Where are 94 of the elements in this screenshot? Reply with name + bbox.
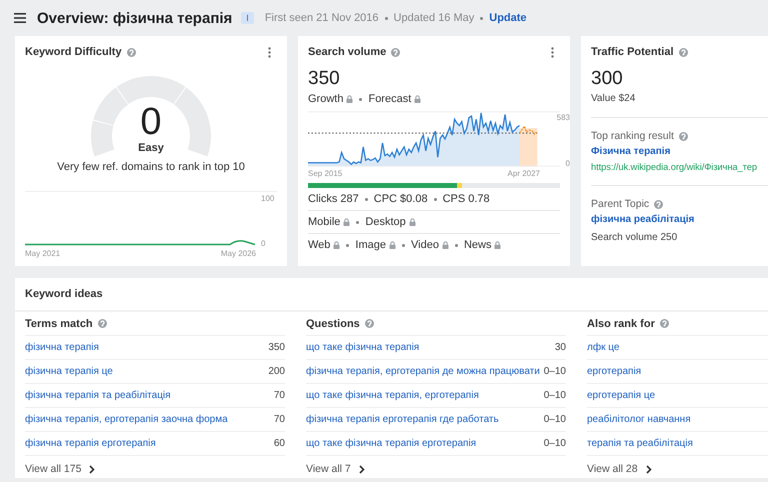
update-link[interactable]: Update [489, 12, 527, 24]
metric-label: Desktop [365, 216, 406, 228]
volume-value: 0–10 [544, 438, 566, 449]
search-volume-value: 350 [308, 68, 341, 90]
separator-dot [359, 98, 362, 100]
separator-dot [434, 198, 437, 200]
separator-dot [364, 198, 368, 200]
metric-label: Mobile [308, 216, 340, 228]
keyword-link[interactable]: що таке фізична терапія [306, 342, 420, 353]
volume-value: 350 [268, 342, 285, 353]
keyword-link[interactable]: фізична терапія, ерготерапія заочна форма [25, 414, 228, 425]
card-title: Traffic Potential [591, 46, 674, 58]
keyword-link[interactable]: ерготерапія це [587, 390, 656, 401]
help-icon [660, 319, 669, 328]
difficulty-score: 0 [140, 104, 162, 140]
difficulty-description: Very few ref. domains to rank in top 10 [57, 161, 245, 173]
metric-label: News [464, 239, 492, 251]
metric-label: Growth [308, 93, 344, 105]
more-icon[interactable] [551, 46, 554, 58]
card-title: Search volume [308, 46, 386, 58]
metric-label: Web [308, 239, 330, 251]
separator-dot [384, 16, 388, 20]
first-seen-text: First seen 21 Nov 2016 [264, 12, 379, 24]
volume-value: 0–10 [544, 414, 566, 425]
separator-dot [356, 220, 360, 224]
axis-label: May 2026 [220, 249, 256, 258]
help-icon [678, 132, 688, 140]
keyword-link[interactable]: фізична терапія це [25, 366, 113, 377]
chevron-right-icon [646, 464, 652, 474]
volume-value: 70 [274, 390, 285, 401]
help-icon [126, 48, 136, 56]
axis-label: 100 [261, 194, 274, 203]
volume-value: 0–10 [544, 366, 566, 377]
keyword-link[interactable]: фізична терапія ерготерапія где работать [306, 414, 499, 425]
metric-label: Image [355, 239, 386, 251]
view-all-link[interactable]: View all 7 [306, 463, 351, 475]
keyword-link[interactable]: фізична терапія ерготерапія [25, 438, 156, 449]
help-icon [654, 200, 664, 208]
keyword-link[interactable]: що таке фізична терапія, ерготерапія [306, 390, 479, 401]
metric-text: CPS 0.78 [442, 193, 490, 205]
menu-icon [14, 13, 26, 23]
volume-value: 30 [554, 342, 566, 353]
separator-dot [346, 244, 350, 246]
page-title: Overview: фізична терапія [37, 10, 232, 26]
more-icon[interactable] [268, 46, 271, 58]
axis-label: 583 [556, 113, 570, 122]
panel-title: Keyword ideas [25, 288, 103, 300]
metric-label: Forecast [368, 93, 412, 105]
result-title-link[interactable]: Фізична терапія [591, 146, 768, 157]
keyword-link[interactable]: терапія та реабілітація [587, 438, 693, 449]
keyword-link[interactable]: лфк це [587, 342, 620, 353]
keyword-link[interactable]: фізична терапія [25, 342, 99, 353]
value-text: Value $24 [591, 93, 636, 104]
separator-dot [480, 16, 484, 20]
updated-text: Updated 16 May [394, 12, 474, 24]
help-icon [364, 319, 374, 328]
parent-topic-link[interactable]: фізична реабілітація [591, 214, 768, 225]
view-all-link[interactable]: View all 28 [587, 463, 638, 475]
metric-label: Video [411, 239, 439, 251]
volume-value: 0–10 [544, 390, 566, 401]
metric-text: Clicks 287 [308, 193, 359, 205]
help-icon [391, 48, 400, 56]
chevron-right-icon [358, 464, 365, 474]
keyword-link[interactable]: що таке фізична терапія ерготерапія [306, 438, 476, 449]
separator-dot [402, 244, 405, 246]
column-title: Also rank for [587, 318, 655, 330]
axis-label: 0 [566, 159, 570, 168]
axis-label: May 2021 [25, 249, 60, 258]
traffic-value: 300 [591, 68, 624, 90]
chevron-right-icon [89, 464, 96, 474]
parent-volume-text: Search volume 250 [591, 232, 678, 243]
keyword-link[interactable]: фізична терапія, ерготерапія де можна працювати [306, 366, 540, 377]
volume-value: 70 [274, 414, 285, 425]
column-title: Questions [306, 318, 360, 330]
keyword-link[interactable]: реабілітолог навчання [587, 414, 691, 425]
axis-label: Sep 2015 [308, 169, 342, 178]
volume-value: 60 [274, 438, 285, 449]
help-icon [98, 319, 107, 328]
difficulty-label: Easy [138, 142, 164, 154]
axis-label: Apr 2027 [508, 169, 540, 178]
separator-dot [454, 244, 458, 246]
keyword-link[interactable]: фізична терапія та реабілітація [25, 390, 171, 401]
keyword-link[interactable]: ерготерапія [587, 366, 642, 377]
axis-label: 0 [261, 239, 266, 248]
view-all-link[interactable]: View all 175 [25, 463, 82, 475]
section-label: Parent Topic [591, 198, 650, 210]
card-title: Keyword Difficulty [25, 46, 122, 58]
intent-badge: I [241, 12, 254, 24]
metric-text: CPC $0.08 [374, 193, 428, 205]
section-label: Top ranking result [591, 130, 674, 142]
help-icon [678, 48, 688, 56]
result-url-link[interactable]: https://uk.wikipedia.org/wiki/Фізична_тер [591, 161, 768, 172]
volume-value: 200 [268, 366, 285, 377]
column-title: Terms match [25, 318, 93, 330]
